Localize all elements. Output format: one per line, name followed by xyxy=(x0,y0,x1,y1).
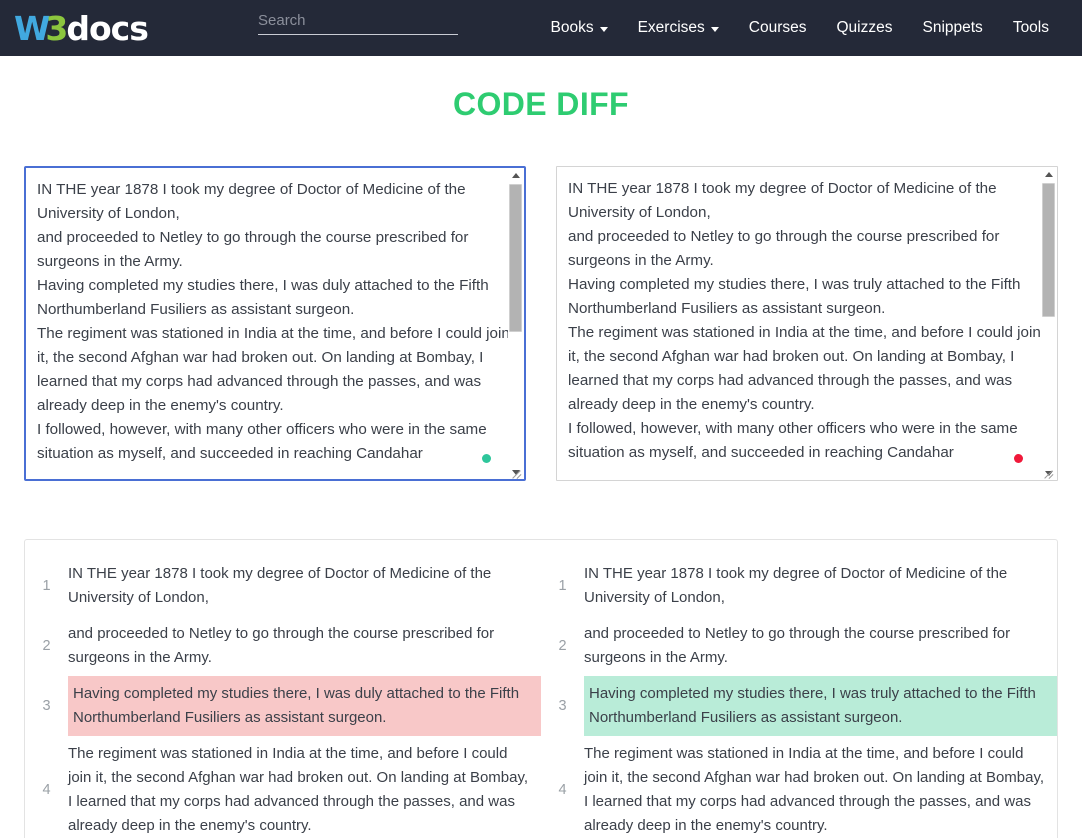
nav-item-tools[interactable]: Tools xyxy=(998,19,1064,37)
line-number: 4 xyxy=(25,782,68,798)
logo-w: W xyxy=(14,12,49,45)
diff-row: 2 and proceeded to Netley to go through … xyxy=(541,616,1057,676)
editor-row xyxy=(0,123,1082,481)
line-number: 2 xyxy=(25,638,68,654)
nav-item-books-label: Books xyxy=(550,19,593,37)
diff-row-removed: 3 Having completed my studies there, I w… xyxy=(25,676,541,736)
search-container xyxy=(258,10,458,35)
line-number: 1 xyxy=(25,578,68,594)
diff-result-panel: 1 IN THE year 1878 I took my degree of D… xyxy=(24,539,1058,838)
line-number: 1 xyxy=(541,578,584,594)
line-text: IN THE year 1878 I took my degree of Doc… xyxy=(584,556,1057,616)
diff-row: 1 IN THE year 1878 I took my degree of D… xyxy=(25,556,541,616)
line-number: 4 xyxy=(541,782,584,798)
diff-row: 2 and proceeded to Netley to go through … xyxy=(25,616,541,676)
top-navbar: W3docs Books Exercises Courses Quizzes S… xyxy=(0,0,1082,56)
line-text: IN THE year 1878 I took my degree of Doc… xyxy=(68,556,541,616)
logo-docs: docs xyxy=(66,12,148,45)
nav-item-courses-label: Courses xyxy=(749,19,807,37)
line-text: and proceeded to Netley to go through th… xyxy=(584,616,1057,676)
nav-item-quizzes[interactable]: Quizzes xyxy=(821,19,907,37)
main-navigation: Books Exercises Courses Quizzes Snippets… xyxy=(535,0,1064,56)
chevron-down-icon xyxy=(711,27,719,32)
diff-row: 1 IN THE year 1878 I took my degree of D… xyxy=(541,556,1057,616)
diff-row: 4 The regiment was stationed in India at… xyxy=(25,736,541,838)
diff-row-added: 3 Having completed my studies there, I w… xyxy=(541,676,1057,736)
line-text: The regiment was stationed in India at t… xyxy=(68,736,541,838)
line-text: The regiment was stationed in India at t… xyxy=(584,736,1057,838)
line-number: 2 xyxy=(541,638,584,654)
nav-item-exercises-label: Exercises xyxy=(638,19,705,37)
right-status-dot xyxy=(1014,454,1023,463)
nav-item-quizzes-label: Quizzes xyxy=(836,19,892,37)
nav-item-exercises[interactable]: Exercises xyxy=(623,19,734,37)
nav-item-tools-label: Tools xyxy=(1013,19,1049,37)
nav-item-snippets-label: Snippets xyxy=(922,19,982,37)
site-logo[interactable]: W3docs xyxy=(14,12,148,45)
line-number: 3 xyxy=(541,698,584,714)
diff-row: 4 The regiment was stationed in India at… xyxy=(541,736,1057,838)
nav-item-snippets[interactable]: Snippets xyxy=(907,19,997,37)
page-title: CODE DIFF xyxy=(0,56,1082,123)
diff-top-spacer xyxy=(541,540,1057,556)
nav-item-books[interactable]: Books xyxy=(535,19,622,37)
left-status-dot xyxy=(482,454,491,463)
line-text: Having completed my studies there, I was… xyxy=(68,676,541,736)
left-editor-container xyxy=(24,166,526,481)
changed-text-input[interactable] xyxy=(556,166,1058,481)
diff-right-column: 1 IN THE year 1878 I took my degree of D… xyxy=(541,540,1057,838)
logo-3: 3 xyxy=(45,12,67,45)
right-editor-container xyxy=(556,166,1058,481)
nav-item-courses[interactable]: Courses xyxy=(734,19,822,37)
diff-left-column: 1 IN THE year 1878 I took my degree of D… xyxy=(25,540,541,838)
chevron-down-icon xyxy=(600,27,608,32)
diff-top-spacer xyxy=(25,540,541,556)
line-text: and proceeded to Netley to go through th… xyxy=(68,616,541,676)
diff-columns: 1 IN THE year 1878 I took my degree of D… xyxy=(25,540,1057,838)
line-number: 3 xyxy=(25,698,68,714)
line-text: Having completed my studies there, I was… xyxy=(584,676,1057,736)
original-text-input[interactable] xyxy=(24,166,526,481)
search-input[interactable] xyxy=(258,10,458,35)
